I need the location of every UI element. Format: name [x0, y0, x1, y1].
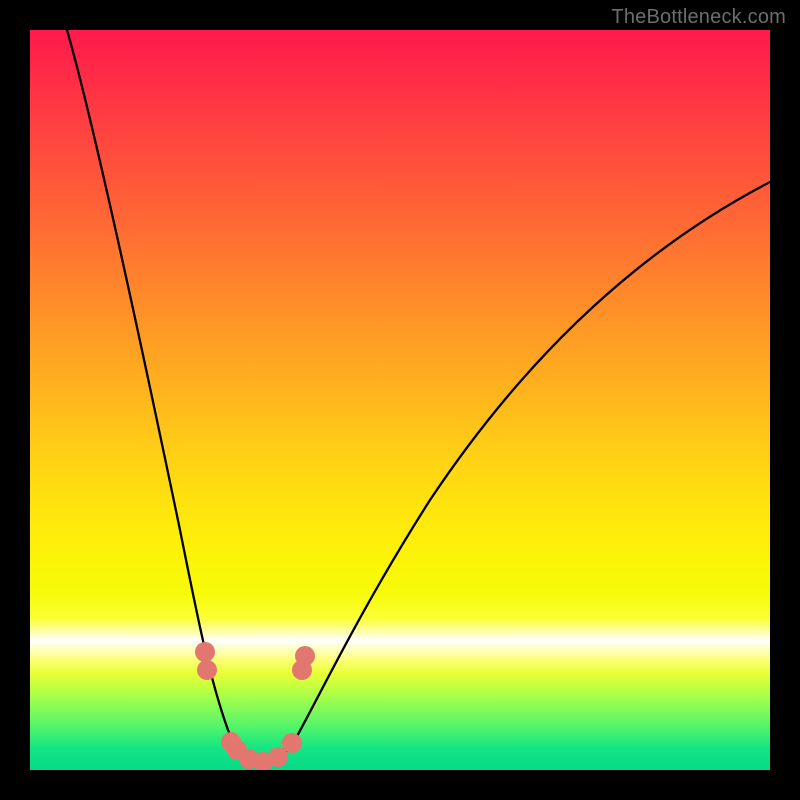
bottleneck-curve [67, 30, 770, 764]
curve-layer [30, 30, 770, 770]
watermark-text: TheBottleneck.com [611, 6, 786, 29]
plot-area [30, 30, 770, 770]
highlight-markers [195, 642, 315, 770]
chart-frame: TheBottleneck.com [0, 0, 800, 800]
